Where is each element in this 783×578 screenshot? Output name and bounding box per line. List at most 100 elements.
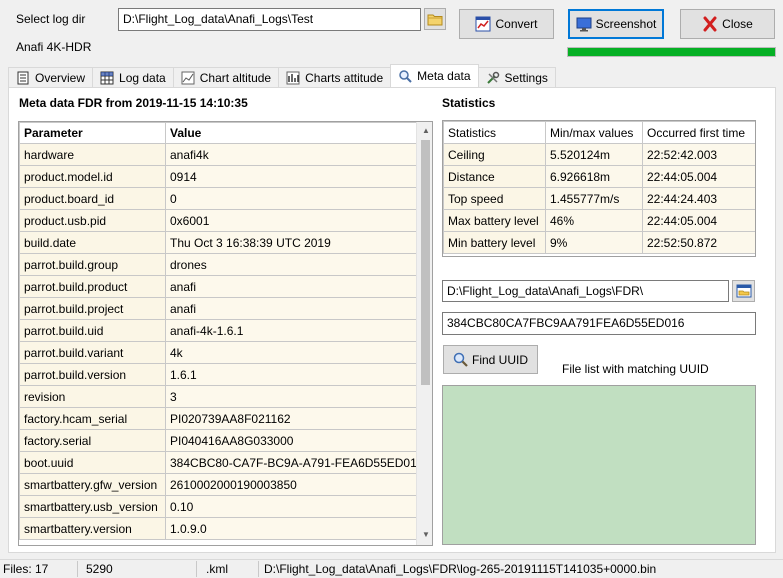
table-row[interactable]: build.date Thu Oct 3 16:38:39 UTC 2019 <box>19 231 417 254</box>
param-name-cell[interactable]: parrot.build.version <box>19 363 166 386</box>
log-dir-input[interactable]: D:\Flight_Log_data\Anafi_Logs\Test <box>118 8 421 31</box>
param-value-cell[interactable]: PI040416AA8G033000 <box>165 429 417 452</box>
tab-log-data[interactable]: Log data <box>92 67 174 87</box>
tab-chart-altitude[interactable]: Chart altitude <box>172 67 280 87</box>
param-value-cell[interactable]: anafi-4k-1.6.1 <box>165 319 417 342</box>
table-row[interactable]: boot.uuid 384CBC80-CA7F-BC9A-A791-FEA6D55… <box>19 451 417 474</box>
stat-time-cell[interactable]: 22:52:50.872 <box>642 231 755 254</box>
table-row[interactable]: smartbattery.usb_version 0.10 <box>19 495 417 518</box>
param-name-cell[interactable]: smartbattery.usb_version <box>19 495 166 518</box>
param-name-cell[interactable]: parrot.build.group <box>19 253 166 276</box>
table-row[interactable]: revision 3 <box>19 385 417 408</box>
param-name-cell[interactable]: product.board_id <box>19 187 166 210</box>
stat-name-cell[interactable]: Max battery level <box>443 209 546 232</box>
param-name-cell[interactable]: smartbattery.version <box>19 517 166 540</box>
stat-time-cell[interactable]: 22:52:42.003 <box>642 143 755 166</box>
stat-time-cell[interactable]: 22:44:05.004 <box>642 209 755 232</box>
param-value-cell[interactable]: 0.10 <box>165 495 417 518</box>
param-name-cell[interactable]: parrot.build.uid <box>19 319 166 342</box>
table-row[interactable]: parrot.build.product anafi <box>19 275 417 298</box>
table-row[interactable]: smartbattery.gfw_version 2610002000190003… <box>19 473 417 496</box>
param-value-cell[interactable]: 2610002000190003850 <box>165 473 417 496</box>
status-bar: Files: 17 5290 .kml D:\Flight_Log_data\A… <box>0 559 783 578</box>
param-value-cell[interactable]: 384CBC80-CA7F-BC9A-A791-FEA6D55ED016 <box>165 451 417 474</box>
screenshot-button[interactable]: Screenshot <box>568 9 664 39</box>
param-name-cell[interactable]: product.usb.pid <box>19 209 166 232</box>
stats-col-occurred[interactable]: Occurred first time <box>642 121 755 144</box>
param-value-cell[interactable]: 1.6.1 <box>165 363 417 386</box>
uuid-input[interactable]: 384CBC80CA7FBC9AA791FEA6D55ED016 <box>442 312 756 335</box>
stats-col-minmax[interactable]: Min/max values <box>545 121 643 144</box>
close-button[interactable]: Close <box>680 9 775 39</box>
tab-meta-data[interactable]: Meta data <box>390 64 479 87</box>
stats-row[interactable]: Ceiling 5.520124m 22:52:42.003 <box>443 143 755 166</box>
table-row[interactable]: parrot.build.project anafi <box>19 297 417 320</box>
browse-fdr-button[interactable] <box>732 280 755 302</box>
param-name-cell[interactable]: product.model.id <box>19 165 166 188</box>
param-value-cell[interactable]: 0914 <box>165 165 417 188</box>
param-value-cell[interactable]: 3 <box>165 385 417 408</box>
param-value-cell[interactable]: 1.0.9.0 <box>165 517 417 540</box>
table-row[interactable]: parrot.build.variant 4k <box>19 341 417 364</box>
param-name-cell[interactable]: revision <box>19 385 166 408</box>
col-parameter-header[interactable]: Parameter <box>19 122 166 144</box>
param-value-cell[interactable]: drones <box>165 253 417 276</box>
find-uuid-button[interactable]: Find UUID <box>443 345 538 374</box>
table-row[interactable]: product.model.id 0914 <box>19 165 417 188</box>
param-name-cell[interactable]: parrot.build.product <box>19 275 166 298</box>
table-row[interactable]: product.usb.pid 0x6001 <box>19 209 417 232</box>
scroll-down-icon[interactable]: ▼ <box>422 530 430 539</box>
param-name-cell[interactable]: smartbattery.gfw_version <box>19 473 166 496</box>
param-value-cell[interactable]: anafi <box>165 275 417 298</box>
table-row[interactable]: smartbattery.version 1.0.9.0 <box>19 517 417 540</box>
stats-row[interactable]: Min battery level 9% 22:52:50.872 <box>443 231 755 254</box>
param-name-cell[interactable]: factory.serial <box>19 429 166 452</box>
stat-name-cell[interactable]: Ceiling <box>443 143 546 166</box>
param-name-cell[interactable]: hardware <box>19 143 166 166</box>
tab-settings[interactable]: Settings <box>477 67 556 87</box>
param-name-cell[interactable]: boot.uuid <box>19 451 166 474</box>
stat-time-cell[interactable]: 22:44:24.403 <box>642 187 755 210</box>
table-row[interactable]: hardware anafi4k <box>19 143 417 166</box>
stats-col-statistics[interactable]: Statistics <box>443 121 546 144</box>
stats-row[interactable]: Top speed 1.455777m/s 22:44:24.403 <box>443 187 755 210</box>
param-name-cell[interactable]: factory.hcam_serial <box>19 407 166 430</box>
col-value-header[interactable]: Value <box>165 122 417 144</box>
table-row[interactable]: parrot.build.version 1.6.1 <box>19 363 417 386</box>
stat-name-cell[interactable]: Min battery level <box>443 231 546 254</box>
table-row[interactable]: parrot.build.uid anafi-4k-1.6.1 <box>19 319 417 342</box>
browse-log-dir-button[interactable] <box>424 8 446 30</box>
stat-value-cell[interactable]: 6.926618m <box>545 165 643 188</box>
scroll-up-icon[interactable]: ▲ <box>422 126 430 135</box>
stat-name-cell[interactable]: Top speed <box>443 187 546 210</box>
stat-time-cell[interactable]: 22:44:05.004 <box>642 165 755 188</box>
fdr-path-input[interactable]: D:\Flight_Log_data\Anafi_Logs\FDR\ <box>442 280 729 302</box>
table-row[interactable]: product.board_id 0 <box>19 187 417 210</box>
param-name-cell[interactable]: parrot.build.variant <box>19 341 166 364</box>
stat-name-cell[interactable]: Distance <box>443 165 546 188</box>
parameter-table-scrollbar[interactable]: ▲ ▼ <box>416 122 432 545</box>
param-value-cell[interactable]: anafi4k <box>165 143 417 166</box>
param-value-cell[interactable]: anafi <box>165 297 417 320</box>
param-value-cell[interactable]: PI020739AA8F021162 <box>165 407 417 430</box>
table-row[interactable]: factory.serial PI040416AA8G033000 <box>19 429 417 452</box>
matching-file-list[interactable] <box>442 385 756 545</box>
stat-value-cell[interactable]: 9% <box>545 231 643 254</box>
param-name-cell[interactable]: parrot.build.project <box>19 297 166 320</box>
tab-charts-attitude[interactable]: Charts attitude <box>278 67 392 87</box>
tab-overview[interactable]: Overview <box>8 67 94 87</box>
param-value-cell[interactable]: 0 <box>165 187 417 210</box>
table-row[interactable]: factory.hcam_serial PI020739AA8F021162 <box>19 407 417 430</box>
stat-value-cell[interactable]: 5.520124m <box>545 143 643 166</box>
param-value-cell[interactable]: 4k <box>165 341 417 364</box>
stat-value-cell[interactable]: 46% <box>545 209 643 232</box>
stats-row[interactable]: Max battery level 46% 22:44:05.004 <box>443 209 755 232</box>
param-name-cell[interactable]: build.date <box>19 231 166 254</box>
stats-row[interactable]: Distance 6.926618m 22:44:05.004 <box>443 165 755 188</box>
table-row[interactable]: parrot.build.group drones <box>19 253 417 276</box>
convert-button[interactable]: Convert <box>459 9 554 39</box>
scrollbar-thumb[interactable] <box>421 140 430 385</box>
stat-value-cell[interactable]: 1.455777m/s <box>545 187 643 210</box>
param-value-cell[interactable]: Thu Oct 3 16:38:39 UTC 2019 <box>165 231 417 254</box>
param-value-cell[interactable]: 0x6001 <box>165 209 417 232</box>
